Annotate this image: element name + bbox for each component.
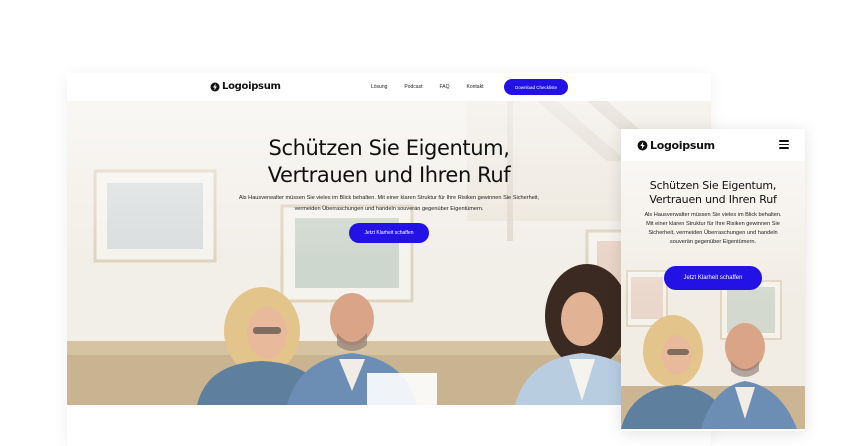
hero-title-line2: Vertrauen und Ihren Ruf [649,193,777,206]
logo-text: Logoipsum [650,139,715,152]
desktop-hero-title: Schützen Sie Eigentum, Vertrauen und Ihr… [67,135,711,189]
nav-link-podcast[interactable]: Podcast [404,84,422,90]
hero-title-line1: Schützen Sie Eigentum, [649,179,777,192]
hero-title-line2: Vertrauen und Ihren Ruf [267,163,511,187]
logo-text: Logoipsum [222,81,281,92]
hero-title-line1: Schützen Sie Eigentum, [268,136,510,160]
desktop-hero-cta-button[interactable]: Jetzt Klarheit schaffen [349,223,429,243]
mobile-hero-cta-button[interactable]: Jetzt Klarheit schaffen [664,266,762,290]
desktop-hero-subtitle: Als Hausverwalter müssen Sie vieles im B… [238,195,540,212]
hamburger-icon[interactable] [779,140,789,149]
logo-icon [637,140,648,151]
nav-link-faq[interactable]: FAQ [439,84,449,90]
mobile-navbar: Logoipsum [621,129,805,161]
mockup-stage: Logoipsum Lösung Podcast FAQ Kontakt Dow… [0,0,868,446]
nav-link-loesung[interactable]: Lösung [371,84,387,90]
desktop-logo[interactable]: Logoipsum [210,81,281,92]
desktop-hero: Schützen Sie Eigentum, Vertrauen und Ihr… [67,101,711,405]
nav-link-kontakt[interactable]: Kontakt [467,84,484,90]
desktop-mockup: Logoipsum Lösung Podcast FAQ Kontakt Dow… [67,73,711,446]
download-checklist-button[interactable]: Download Checkliste [504,79,568,95]
desktop-below-fold [67,405,711,446]
logo-icon [210,82,220,91]
mobile-mockup: Logoipsum Schützen Sie Eigentum, Vertrau… [621,129,805,431]
mobile-logo[interactable]: Logoipsum [637,139,715,152]
mobile-below-fold [621,429,805,431]
desktop-nav-links: Lösung Podcast FAQ Kontakt [371,84,483,90]
mobile-hero: Schützen Sie Eigentum, Vertrauen und Ihr… [621,161,805,429]
mobile-hero-subtitle: Als Hausverwalter müssen Sie vieles im B… [644,212,782,245]
desktop-navbar: Logoipsum Lösung Podcast FAQ Kontakt Dow… [67,73,711,101]
mobile-hero-title: Schützen Sie Eigentum, Vertrauen und Ihr… [621,179,805,207]
